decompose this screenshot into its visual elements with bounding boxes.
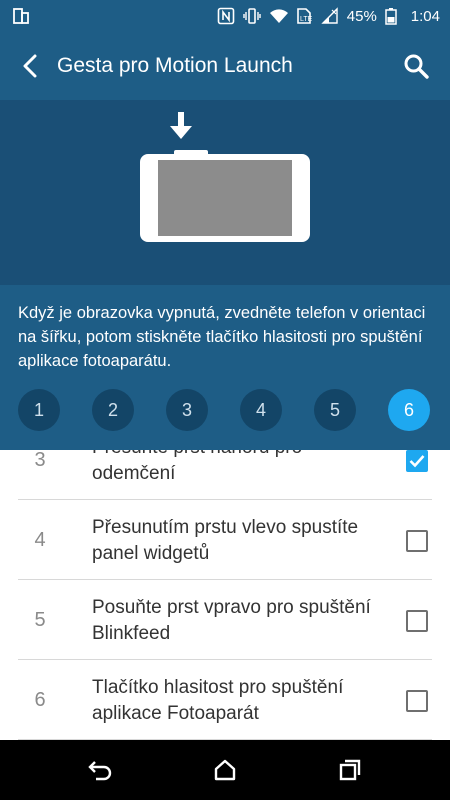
option-row-6[interactable]: 6 Tlačítko hlasitost pro spuštění aplika… xyxy=(18,660,432,740)
battery-icon xyxy=(385,7,403,25)
option-label: Přesuňte prst nahoru pro odemčení xyxy=(92,450,302,484)
nav-back-button[interactable] xyxy=(84,754,116,786)
page-title: Gesta pro Motion Launch xyxy=(57,54,293,77)
option-label: Posuňte prst vpravo pro spuštění Blinkfe… xyxy=(92,597,371,644)
option-checkbox[interactable] xyxy=(406,690,428,712)
back-arrow-icon xyxy=(23,54,37,78)
option-row-4[interactable]: 4 Přesunutím prstu vlevo spustíte panel … xyxy=(18,500,432,580)
sim-toolkit-icon xyxy=(12,7,30,25)
step-2[interactable]: 2 xyxy=(92,389,134,431)
option-row-3[interactable]: 3 Přesuňte prst nahoru pro odemčení xyxy=(18,450,432,500)
vibrate-icon xyxy=(243,7,261,25)
navigation-bar xyxy=(0,740,450,800)
wifi-icon xyxy=(269,7,288,25)
option-number: 4 xyxy=(34,528,46,551)
nfc-icon xyxy=(217,7,235,25)
option-checkbox[interactable] xyxy=(406,450,428,472)
gesture-illustration xyxy=(0,100,450,285)
option-checkbox[interactable] xyxy=(406,530,428,552)
volume-button xyxy=(174,150,208,156)
clock: 1:04 xyxy=(410,7,440,25)
option-checkbox[interactable] xyxy=(406,610,428,632)
nav-home-icon xyxy=(214,759,236,781)
gesture-options-list: 3 Přesuňte prst nahoru pro odemčení 4 Př… xyxy=(0,450,450,740)
checkmark-icon xyxy=(409,455,425,468)
search-button[interactable] xyxy=(400,50,432,82)
phone-screen xyxy=(158,160,292,236)
step-4[interactable]: 4 xyxy=(240,389,282,431)
option-number: 5 xyxy=(34,608,46,631)
option-row-5[interactable]: 5 Posuňte prst vpravo pro spuštění Blink… xyxy=(18,580,432,660)
step-indicator: 1 2 3 4 5 6 xyxy=(18,389,432,431)
svg-text:LTE: LTE xyxy=(300,16,313,23)
option-label: Přesunutím prstu vlevo spustíte panel wi… xyxy=(92,517,359,564)
back-button[interactable] xyxy=(14,50,46,82)
description-panel: Když je obrazovka vypnutá, zvedněte tele… xyxy=(0,285,450,450)
mobile-data-icon: LTE xyxy=(295,7,313,25)
search-icon xyxy=(404,54,429,79)
down-arrow-icon xyxy=(170,112,192,139)
app-bar: Gesta pro Motion Launch xyxy=(0,32,450,100)
step-6[interactable]: 6 xyxy=(388,389,430,431)
option-number: 3 xyxy=(34,450,46,471)
phone-landscape-illustration xyxy=(140,150,310,242)
step-5[interactable]: 5 xyxy=(314,389,356,431)
option-number: 6 xyxy=(34,688,46,711)
nav-home-button[interactable] xyxy=(209,754,241,786)
signal-icon xyxy=(321,7,339,25)
option-label: Tlačítko hlasitost pro spuštění aplikace… xyxy=(92,677,344,724)
battery-percent: 45% xyxy=(346,7,377,25)
status-bar: LTE 45% 1:04 xyxy=(0,0,450,32)
nav-back-icon xyxy=(88,761,112,781)
nav-recents-icon xyxy=(339,759,361,781)
step-1[interactable]: 1 xyxy=(18,389,60,431)
nav-recents-button[interactable] xyxy=(334,754,366,786)
gesture-description: Když je obrazovka vypnutá, zvedněte tele… xyxy=(18,304,426,370)
step-3[interactable]: 3 xyxy=(166,389,208,431)
